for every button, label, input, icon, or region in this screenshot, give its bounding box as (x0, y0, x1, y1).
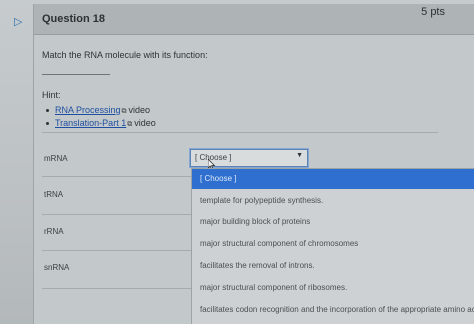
term-snrna: snRNA (44, 263, 70, 272)
translation-part-1-link[interactable]: Translation-Part 1 (55, 118, 126, 128)
prompt-underline (42, 74, 110, 75)
hint-item: Translation-Part 1⧉ video (46, 118, 156, 131)
divider (42, 132, 438, 133)
question-prompt: Match the RNA molecule with its function… (42, 50, 208, 60)
rna-processing-link[interactable]: RNA Processing (55, 105, 121, 115)
question-header: Question 18 5 pts (34, 4, 474, 35)
hint-item: RNA Processing⧉ video (46, 105, 156, 118)
answer-dropdown-list: [ Choose ] template for polypeptide synt… (191, 168, 474, 324)
dropdown-option[interactable]: facilitates codon recognition and the in… (192, 300, 474, 320)
flag-icon[interactable]: ▷ (14, 17, 24, 28)
question-title: Question 18 (42, 13, 105, 25)
external-link-icon: ⧉ (121, 108, 127, 115)
hint-suffix: video (134, 118, 156, 128)
chevron-down-icon: ▼ (296, 152, 303, 159)
dropdown-option[interactable]: facilitates the removal of introns. (192, 256, 474, 276)
term-rrna: rRNA (44, 227, 64, 236)
bullet-icon (46, 109, 49, 113)
bullet-icon (46, 122, 49, 126)
term-mrna: mRNA (44, 154, 68, 163)
question-points: 5 pts (421, 6, 445, 18)
dropdown-option[interactable]: [ Choose ] (192, 169, 474, 189)
external-link-icon: ⧉ (127, 121, 133, 128)
dropdown-option[interactable]: major building block of proteins (192, 212, 474, 232)
dropdown-option[interactable]: major structural component of chromosome… (192, 234, 474, 254)
dropdown-option[interactable]: major structural component of ribosomes. (192, 278, 474, 298)
quiz-page: ▷ Question 18 5 pts Match the RNA molecu… (0, 0, 474, 324)
term-trna: tRNA (44, 190, 64, 199)
dropdown-option[interactable]: template for polypeptide synthesis. (192, 191, 474, 211)
hint-list: RNA Processing⧉ video Translation-Part 1⧉… (46, 105, 156, 131)
hint-suffix: video (128, 105, 151, 115)
hint-label: Hint: (42, 90, 61, 100)
question-card: Question 18 5 pts Match the RNA molecule… (33, 4, 474, 324)
